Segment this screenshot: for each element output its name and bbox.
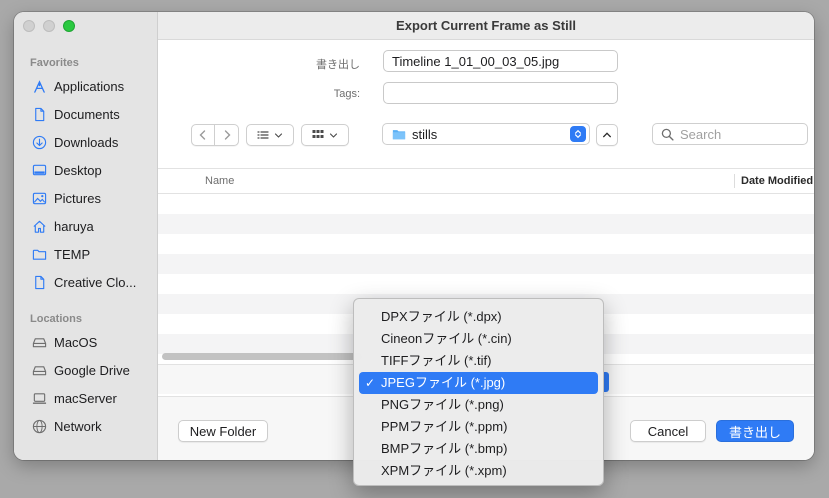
tags-label: Tags: [333,88,360,100]
save-as-label: 書き出し [316,59,360,71]
menu-item-label: PNGファイル (*.png) [381,397,504,412]
sidebar-item-desktop[interactable]: Desktop [32,159,156,181]
menu-item-label: Cineonファイル (*.cin) [381,331,512,346]
zoom-window-button[interactable] [63,20,75,32]
new-folder-button[interactable]: New Folder [178,420,268,442]
chevron-up-icon [603,132,611,138]
search-icon [661,128,674,141]
up-down-icon [574,129,582,139]
drive-icon [32,365,47,375]
download-icon [32,135,47,149]
file-list-header: Name Date Modified [158,168,814,194]
cancel-button[interactable]: Cancel [630,420,706,442]
applications-icon [34,79,45,93]
menu-item-label: BMPファイル (*.bmp) [381,441,508,456]
expand-collapse-button[interactable] [596,124,618,146]
menu-item-tiff[interactable]: TIFFファイル (*.tif) [359,350,598,372]
filename-field[interactable] [383,50,618,72]
sidebar-item-network[interactable]: Network [32,415,156,437]
locations-heading: Locations [30,313,82,325]
sidebar-item-home[interactable]: haruya [32,215,156,237]
pictures-icon [32,192,47,204]
sidebar-item-temp[interactable]: TEMP [32,243,156,265]
checkmark-icon: ✓ [365,376,376,390]
sidebar-item-label: MacOS [54,334,98,350]
sidebar-item-label: haruya [54,218,94,234]
menu-item-label: DPXファイル (*.dpx) [381,309,502,324]
list-row [158,214,814,234]
sidebar-item-label: Desktop [54,162,102,178]
location-popup[interactable]: stills [382,123,590,145]
sidebar-item-label: macServer [54,390,117,406]
sidebar-item-label: Downloads [54,134,119,150]
document-icon [35,107,45,121]
menu-item-ppm[interactable]: PPMファイル (*.ppm) [359,416,598,438]
sidebar-item-label: Network [54,418,102,434]
desktop-icon [32,164,47,175]
favorites-heading: Favorites [30,57,79,69]
home-icon [33,220,46,233]
close-window-button[interactable] [23,20,35,32]
window-controls [23,20,75,32]
menu-item-xpm[interactable]: XPMファイル (*.xpm) [359,460,598,482]
grid-view-button[interactable] [301,124,349,146]
list-view-icon [257,131,269,139]
list-row [158,194,814,214]
sidebar-item-label: Applications [54,78,125,94]
sidebar-item-label: TEMP [54,246,91,262]
list-row [158,254,814,274]
folder-icon [32,249,47,260]
sidebar-item-label: Pictures [54,190,101,206]
column-name[interactable]: Name [205,175,234,187]
menu-item-label: PPMファイル (*.ppm) [381,419,508,434]
chevron-right-icon [224,130,230,140]
location-stepper[interactable] [570,126,586,142]
folder-icon [392,130,406,140]
menu-item-dpx[interactable]: DPXファイル (*.dpx) [359,306,598,328]
forward-button[interactable] [215,124,239,146]
back-button[interactable] [191,124,215,146]
menu-item-label: TIFFファイル (*.tif) [381,353,492,368]
network-icon [32,419,47,433]
search-field[interactable]: Search [652,123,808,145]
menu-item-label: XPMファイル (*.xpm) [381,463,507,478]
sidebar-item-downloads[interactable]: Downloads [32,131,156,153]
horizontal-scrollbar[interactable] [162,353,362,360]
sidebar-item-label: Creative Clo... [54,274,137,290]
document-icon [35,275,45,289]
chevron-down-icon [274,132,283,138]
export-button[interactable]: 書き出し [716,420,794,442]
sidebar-item-label: Documents [54,106,120,122]
list-view-button[interactable] [246,124,294,146]
search-placeholder: Search [680,126,722,142]
column-date-modified[interactable]: Date Modified [734,174,813,188]
menu-item-label: JPEGファイル (*.jpg) [381,375,506,390]
sidebar-item-pictures[interactable]: Pictures [32,187,156,209]
menu-item-jpeg[interactable]: ✓ JPEGファイル (*.jpg) [359,372,598,394]
sidebar-item-creative-cloud[interactable]: Creative Clo... [32,271,156,293]
tags-field[interactable] [383,82,618,104]
file-format-menu: DPXファイル (*.dpx) Cineonファイル (*.cin) TIFFフ… [353,298,604,486]
sidebar-item-google-drive[interactable]: Google Drive [32,359,156,381]
computer-icon [32,392,47,404]
menu-item-bmp[interactable]: BMPファイル (*.bmp) [359,438,598,460]
minimize-window-button[interactable] [43,20,55,32]
chevron-down-icon [329,132,338,138]
sidebar-item-label: Google Drive [54,362,130,378]
location-label: stills [412,126,438,142]
drive-icon [32,337,47,347]
sidebar-item-macos[interactable]: MacOS [32,331,156,353]
sidebar-item-applications[interactable]: Applications [32,75,156,97]
sidebar-item-macserver[interactable]: macServer [32,387,156,409]
grid-view-icon [312,130,324,138]
menu-item-cineon[interactable]: Cineonファイル (*.cin) [359,328,598,350]
list-row [158,234,814,254]
sidebar-item-documents[interactable]: Documents [32,103,156,125]
menu-item-png[interactable]: PNGファイル (*.png) [359,394,598,416]
chevron-left-icon [199,130,206,140]
sidebar: Favorites Applications Documents Downloa… [14,12,158,460]
window-title: Export Current Frame as Still [158,12,814,40]
list-row [158,274,814,294]
